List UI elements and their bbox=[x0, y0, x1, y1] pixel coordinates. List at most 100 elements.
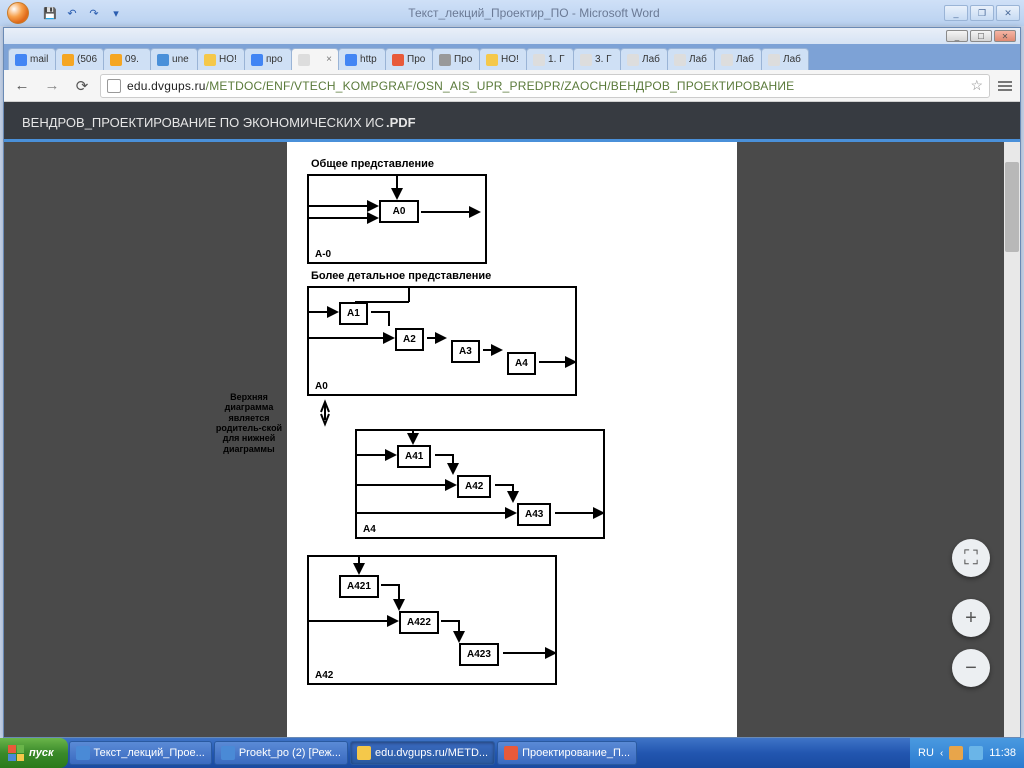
qat-more-icon[interactable]: ▾ bbox=[108, 5, 124, 21]
word-close-button[interactable]: ✕ bbox=[996, 5, 1020, 21]
tab-favicon bbox=[298, 54, 310, 66]
browser-tab[interactable]: Лаб bbox=[620, 48, 668, 70]
tab-favicon bbox=[580, 54, 592, 66]
browser-tab[interactable]: НО! bbox=[479, 48, 527, 70]
browser-tab[interactable]: mail bbox=[8, 48, 56, 70]
tab-favicon bbox=[721, 54, 733, 66]
side-annotation: Верхняя диаграмма является родитель-ской… bbox=[215, 392, 283, 454]
browser-tab[interactable]: 09. bbox=[103, 48, 151, 70]
tab-close-icon[interactable]: × bbox=[326, 54, 332, 65]
diagram-frame-a42: A421 A422 A423 A42 bbox=[307, 555, 557, 685]
diagram-heading-1: Общее представление bbox=[311, 158, 717, 170]
pdf-zoom-in-button[interactable]: + bbox=[952, 599, 990, 637]
taskbar-item-icon bbox=[221, 746, 235, 760]
pdf-viewport[interactable]: Общее представление A0 A-0 Более детальн… bbox=[4, 142, 1020, 737]
redo-icon[interactable]: ↷ bbox=[86, 5, 102, 21]
tab-label: НО! bbox=[501, 54, 519, 65]
tray-icon[interactable] bbox=[969, 746, 983, 760]
chrome-maximize-button[interactable]: ☐ bbox=[970, 30, 992, 42]
chrome-window: _ ☐ ✕ mail (506 09. une НО! про × http Про Про НО!… bbox=[3, 27, 1021, 738]
chrome-close-button[interactable]: ✕ bbox=[994, 30, 1016, 42]
tray-expand-icon[interactable]: ‹ bbox=[940, 748, 943, 759]
taskbar-item[interactable]: Текст_лекций_Прое... bbox=[69, 741, 212, 765]
tab-label: НО! bbox=[219, 54, 237, 65]
browser-tab[interactable]: Про bbox=[385, 48, 433, 70]
taskbar-item-label: Проектирование_П... bbox=[522, 747, 630, 759]
language-indicator[interactable]: RU bbox=[918, 747, 934, 759]
back-button[interactable]: ← bbox=[10, 74, 34, 98]
tab-label: 09. bbox=[125, 54, 139, 65]
browser-tab[interactable]: × bbox=[291, 48, 339, 70]
tray-icon[interactable] bbox=[949, 746, 963, 760]
tab-label: Лаб bbox=[642, 54, 660, 65]
start-label: пуск bbox=[29, 747, 54, 759]
frame-label-a0: A0 bbox=[315, 381, 328, 392]
pdf-scrollbar[interactable] bbox=[1004, 142, 1020, 737]
tab-label: Лаб bbox=[783, 54, 801, 65]
tab-label: Про bbox=[407, 54, 425, 65]
tab-favicon bbox=[392, 54, 404, 66]
save-icon[interactable]: 💾 bbox=[42, 5, 58, 21]
tab-favicon bbox=[345, 54, 357, 66]
tab-favicon bbox=[533, 54, 545, 66]
start-button[interactable]: пуск bbox=[0, 738, 68, 768]
tab-label: Лаб bbox=[689, 54, 707, 65]
frame-label-a4: A4 bbox=[363, 524, 376, 535]
taskbar-item-icon bbox=[504, 746, 518, 760]
tab-label: Про bbox=[454, 54, 472, 65]
taskbar-item-icon bbox=[76, 746, 90, 760]
pdf-scroll-thumb[interactable] bbox=[1005, 162, 1019, 252]
browser-tab[interactable]: une bbox=[150, 48, 198, 70]
chrome-tabstrip: mail (506 09. une НО! про × http Про Про НО! 1. Г 3.… bbox=[4, 44, 1020, 70]
address-bar[interactable]: edu.dvgups.ru/METDOC/ENF/VTECH_KOMPGRAF/… bbox=[100, 74, 990, 98]
taskbar-item[interactable]: Proekt_po (2) [Реж... bbox=[214, 741, 348, 765]
tab-label: 3. Г bbox=[595, 54, 612, 65]
browser-tab[interactable]: 3. Г bbox=[573, 48, 621, 70]
browser-tab[interactable]: Лаб bbox=[714, 48, 762, 70]
tab-label: Лаб bbox=[736, 54, 754, 65]
bookmark-star-icon[interactable]: ☆ bbox=[970, 77, 983, 94]
word-window-title: Текст_лекций_Проектир_ПО - Microsoft Wor… bbox=[124, 6, 944, 20]
pdf-title: ВЕНДРОВ_ПРОЕКТИРОВАНИЕ ПО ЭКОНОМИЧЕСКИХ … bbox=[22, 115, 416, 130]
tab-favicon bbox=[204, 54, 216, 66]
taskbar-item[interactable]: Проектирование_П... bbox=[497, 741, 637, 765]
browser-tab[interactable]: НО! bbox=[197, 48, 245, 70]
word-restore-button[interactable]: ❐ bbox=[970, 5, 994, 21]
undo-icon[interactable]: ↶ bbox=[64, 5, 80, 21]
browser-tab[interactable]: Лаб bbox=[761, 48, 809, 70]
tab-favicon bbox=[627, 54, 639, 66]
reload-button[interactable]: ⟳ bbox=[70, 74, 94, 98]
chrome-minimize-button[interactable]: _ bbox=[946, 30, 968, 42]
chrome-menu-icon[interactable] bbox=[996, 81, 1014, 91]
browser-tab[interactable]: (506 bbox=[55, 48, 104, 70]
parent-child-arrow-1 bbox=[317, 402, 367, 424]
tab-label: 1. Г bbox=[548, 54, 565, 65]
page-icon bbox=[107, 79, 121, 93]
pdf-zoom-out-button[interactable]: − bbox=[952, 649, 990, 687]
browser-tab[interactable]: про bbox=[244, 48, 292, 70]
tab-favicon bbox=[157, 54, 169, 66]
browser-tab[interactable]: http bbox=[338, 48, 386, 70]
diagram-frame-a4: A41 A42 A43 A4 bbox=[355, 429, 605, 539]
quick-access-toolbar: 💾 ↶ ↷ ▾ bbox=[42, 5, 124, 21]
diagram-heading-2: Более детальное представление bbox=[311, 270, 717, 282]
pdf-header: ВЕНДРОВ_ПРОЕКТИРОВАНИЕ ПО ЭКОНОМИЧЕСКИХ … bbox=[4, 102, 1020, 142]
pdf-fit-button[interactable]: ⛶ bbox=[952, 539, 990, 577]
tab-favicon bbox=[439, 54, 451, 66]
browser-tab[interactable]: Про bbox=[432, 48, 480, 70]
tab-favicon bbox=[674, 54, 686, 66]
tab-label: про bbox=[266, 54, 283, 65]
tab-favicon bbox=[62, 54, 74, 66]
taskbar-item[interactable]: edu.dvgups.ru/METD... bbox=[350, 741, 495, 765]
browser-tab[interactable]: Лаб bbox=[667, 48, 715, 70]
forward-button[interactable]: → bbox=[40, 74, 64, 98]
tab-favicon bbox=[110, 54, 122, 66]
taskbar: пуск Текст_лекций_Прое...Proekt_po (2) [… bbox=[0, 738, 1024, 768]
word-minimize-button[interactable]: _ bbox=[944, 5, 968, 21]
browser-tab[interactable]: 1. Г bbox=[526, 48, 574, 70]
clock[interactable]: 11:38 bbox=[989, 747, 1016, 759]
tab-label: mail bbox=[30, 54, 48, 65]
diagram-frame-a-0: A0 A-0 bbox=[307, 174, 487, 264]
system-tray[interactable]: RU ‹ 11:38 bbox=[910, 738, 1024, 768]
office-button[interactable] bbox=[0, 0, 36, 26]
